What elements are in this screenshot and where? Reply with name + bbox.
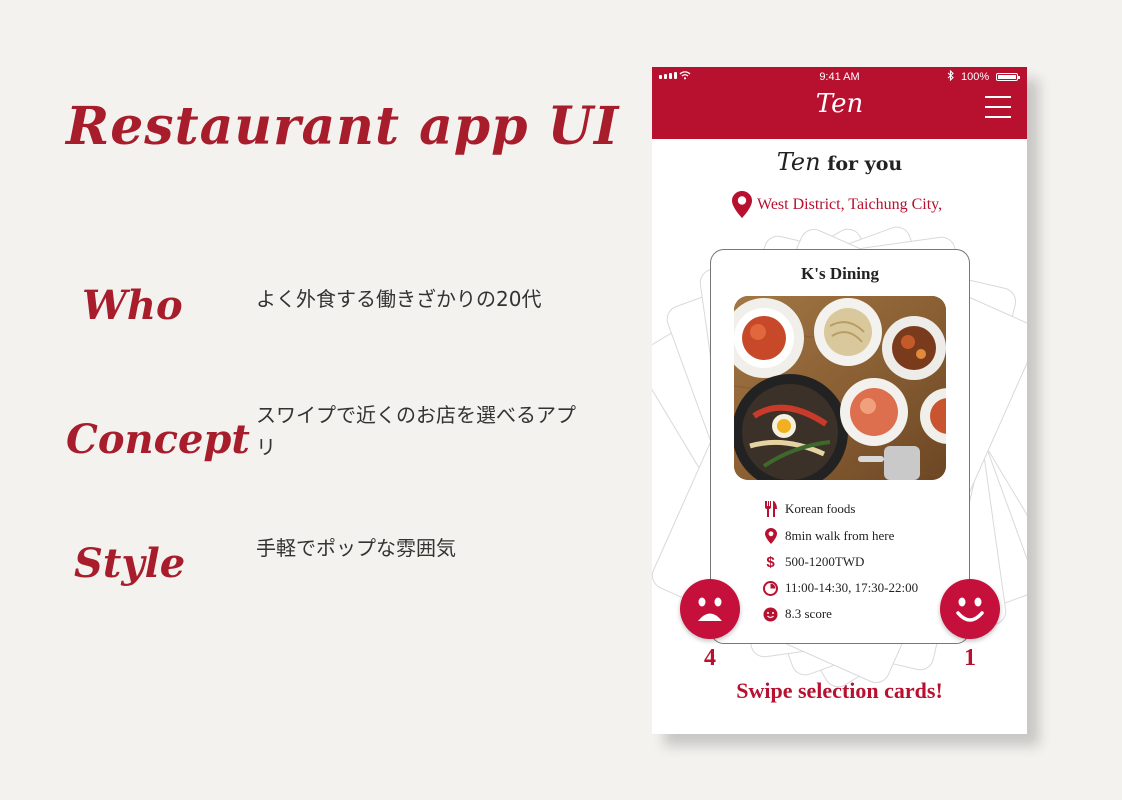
- distance-text: 8min walk from here: [785, 528, 895, 543]
- clock-icon: [763, 580, 778, 596]
- happy-face-icon: [956, 597, 984, 622]
- page-title: Restaurant app UI: [66, 96, 620, 157]
- dislike-button[interactable]: [680, 579, 740, 639]
- restaurant-photo: [734, 296, 946, 480]
- cuisine-row: Korean foods: [763, 501, 855, 517]
- swipe-instruction: Swipe selection cards!: [736, 678, 943, 703]
- hamburger-menu-icon[interactable]: [985, 96, 1011, 118]
- cuisine-text: Korean foods: [785, 501, 856, 516]
- app-logo: Ten: [815, 89, 864, 119]
- style-text: 手軽でポップな雰囲気: [256, 536, 456, 560]
- bluetooth-icon: [947, 69, 954, 84]
- who-text: よく外食する働きざかりの20代: [256, 287, 542, 311]
- battery-percent: 100%: [961, 71, 990, 83]
- location-text: West District, Taichung City,: [757, 195, 943, 213]
- restaurant-name: K's Dining: [801, 264, 879, 283]
- phone-mockup: 9:41 AM 100% Ten Ten for you West Distri…: [652, 67, 1027, 734]
- price-text: 500-1200TWD: [785, 554, 865, 569]
- section-heading: Ten for you: [652, 148, 1027, 176]
- price-row: $ 500-1200TWD: [763, 553, 865, 571]
- who-label: Who: [82, 282, 183, 329]
- distance-row: 8min walk from here: [763, 528, 894, 544]
- smile-icon: [763, 606, 778, 622]
- concept-label: Concept: [66, 416, 250, 463]
- restaurant-card[interactable]: K's Dining Korean foods 8min walk from h…: [710, 249, 970, 644]
- location-pin-icon: [763, 528, 778, 544]
- dollar-icon: $: [766, 553, 775, 571]
- hours-row: 11:00-14:30, 17:30-22:00: [763, 580, 918, 596]
- battery-icon: [996, 73, 1020, 81]
- location-row[interactable]: West District, Taichung City,: [732, 191, 942, 218]
- heading-text: for you: [820, 153, 903, 175]
- style-label: Style: [74, 540, 186, 587]
- like-button[interactable]: [940, 579, 1000, 639]
- sad-face-icon: [698, 597, 722, 621]
- concept-text: スワイプで近くのお店を選べるアプリ: [256, 403, 576, 459]
- score-row: 8.3 score: [763, 606, 832, 622]
- hours-text: 11:00-14:30, 17:30-22:00: [785, 580, 919, 595]
- heading-logo: Ten: [776, 148, 821, 176]
- app-header: 9:41 AM 100% Ten: [652, 67, 1027, 139]
- like-count: 1: [964, 645, 976, 671]
- utensils-icon: [763, 501, 778, 517]
- dislike-count: 4: [704, 645, 716, 671]
- score-text: 8.3 score: [785, 606, 832, 621]
- map-pin-icon: [732, 191, 752, 218]
